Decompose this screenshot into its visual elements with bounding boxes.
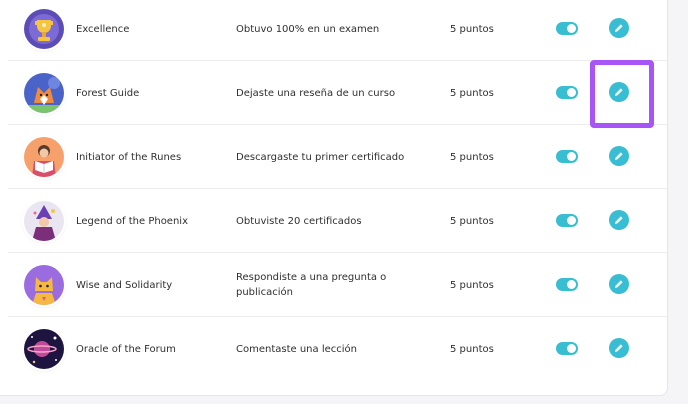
edit-button[interactable] xyxy=(609,338,629,358)
badge-enabled-toggle[interactable] xyxy=(556,278,578,291)
badge-name: Initiator of the Runes xyxy=(76,151,182,163)
badge-description: Descargaste tu primer certificado xyxy=(236,151,405,163)
cat-avatar-icon xyxy=(24,265,64,305)
pencil-icon xyxy=(615,152,623,160)
badge-description: Dejaste una reseña de un curso xyxy=(236,87,396,99)
badge-enabled-toggle[interactable] xyxy=(556,214,578,227)
badge-row: Initiator of the Runes Descargaste tu pr… xyxy=(8,125,668,189)
pencil-icon xyxy=(615,88,623,96)
toggle-knob xyxy=(567,24,576,33)
badges-list: Excellence Obtuvo 100% en un examen 5 pu… xyxy=(0,0,668,396)
edit-button[interactable] xyxy=(609,146,629,166)
badge-name: Oracle of the Forum xyxy=(76,343,176,355)
toggle-knob xyxy=(567,344,576,353)
badge-description: Comentaste una lección xyxy=(236,343,357,355)
badge-enabled-toggle[interactable] xyxy=(556,150,578,163)
toggle-knob xyxy=(567,280,576,289)
badge-name: Wise and Solidarity xyxy=(76,279,173,291)
badge-enabled-toggle[interactable] xyxy=(556,86,578,99)
badge-name: Legend of the Phoenix xyxy=(76,215,188,227)
badge-enabled-toggle[interactable] xyxy=(556,22,578,35)
edit-button[interactable] xyxy=(609,18,629,38)
fox-avatar-icon xyxy=(24,73,64,113)
space-avatar-icon xyxy=(24,329,64,369)
badge-name: Excellence xyxy=(76,23,130,35)
toggle-knob xyxy=(567,216,576,225)
badge-enabled-toggle[interactable] xyxy=(556,342,578,355)
badge-description: Obtuviste 20 certificados xyxy=(236,215,362,227)
badge-description: Obtuvo 100% en un examen xyxy=(236,23,380,35)
badge-row: Wise and Solidarity Respondiste a una pr… xyxy=(8,253,668,317)
trophy-avatar-icon xyxy=(24,9,64,49)
badge-points: 5 puntos xyxy=(450,87,494,99)
badge-points: 5 puntos xyxy=(450,343,494,355)
toggle-knob xyxy=(567,152,576,161)
toggle-knob xyxy=(567,88,576,97)
badge-points: 5 puntos xyxy=(450,215,494,227)
badge-points: 5 puntos xyxy=(450,23,494,35)
badge-points: 5 puntos xyxy=(450,279,494,291)
badge-name: Forest Guide xyxy=(76,87,140,99)
edit-button[interactable] xyxy=(609,274,629,294)
reader-avatar-icon xyxy=(24,137,64,177)
edit-button[interactable] xyxy=(609,82,629,102)
badge-row: Forest Guide Dejaste una reseña de un cu… xyxy=(8,61,668,125)
badge-points: 5 puntos xyxy=(450,151,494,163)
pencil-icon xyxy=(615,216,623,224)
badge-row: Excellence Obtuvo 100% en un examen 5 pu… xyxy=(8,0,668,61)
pencil-icon xyxy=(615,24,623,32)
badge-row: Oracle of the Forum Comentaste una lecci… xyxy=(8,317,668,381)
pencil-icon xyxy=(615,344,623,352)
badge-row: Legend of the Phoenix Obtuviste 20 certi… xyxy=(8,189,668,253)
pencil-icon xyxy=(615,280,623,288)
wizard-avatar-icon xyxy=(24,201,64,241)
edit-button[interactable] xyxy=(609,210,629,230)
badge-description: Respondiste a una pregunta o publicación xyxy=(236,272,387,298)
